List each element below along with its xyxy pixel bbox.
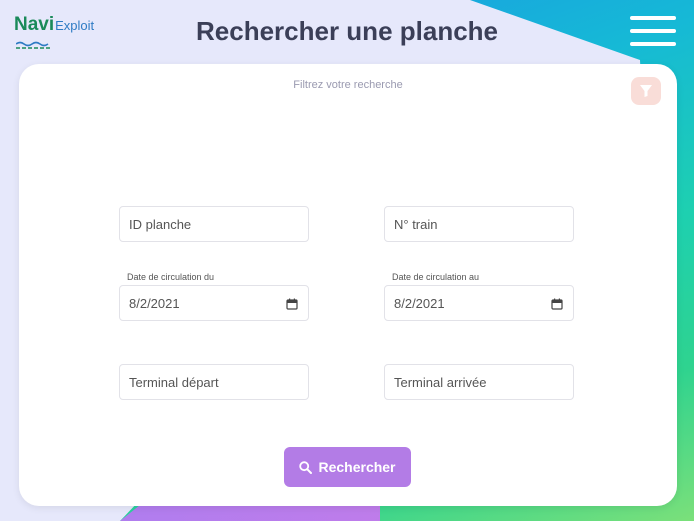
date-to-field[interactable] xyxy=(384,285,574,321)
terminal-arrivee-field[interactable] xyxy=(384,364,574,400)
hamburger-menu-icon[interactable] xyxy=(630,16,676,48)
date-to-label: Date de circulation au xyxy=(392,272,480,282)
train-number-input[interactable] xyxy=(385,207,544,241)
terminal-arrivee-input[interactable] xyxy=(385,365,544,399)
search-card: Filtrez votre recherche Date de circulat… xyxy=(19,64,677,506)
search-button[interactable]: Rechercher xyxy=(284,447,411,487)
id-planche-input[interactable] xyxy=(120,207,279,241)
terminal-depart-field[interactable] xyxy=(119,364,309,400)
date-from-field[interactable] xyxy=(119,285,309,321)
header: NaviExploit Rechercher une planche xyxy=(0,0,694,64)
calendar-icon[interactable] xyxy=(551,298,563,310)
terminal-depart-input[interactable] xyxy=(120,365,279,399)
date-from-label: Date de circulation du xyxy=(127,272,215,282)
date-to-input[interactable] xyxy=(385,286,544,320)
train-number-field[interactable] xyxy=(384,206,574,242)
funnel-icon xyxy=(640,85,652,97)
page-title: Rechercher une planche xyxy=(196,16,498,46)
search-icon xyxy=(299,460,313,474)
filter-button[interactable] xyxy=(631,77,661,105)
filter-label: Filtrez votre recherche xyxy=(293,79,403,91)
date-from-input[interactable] xyxy=(120,286,279,320)
id-planche-field[interactable] xyxy=(119,206,309,242)
search-button-label: Rechercher xyxy=(318,459,396,475)
calendar-icon[interactable] xyxy=(286,298,298,310)
